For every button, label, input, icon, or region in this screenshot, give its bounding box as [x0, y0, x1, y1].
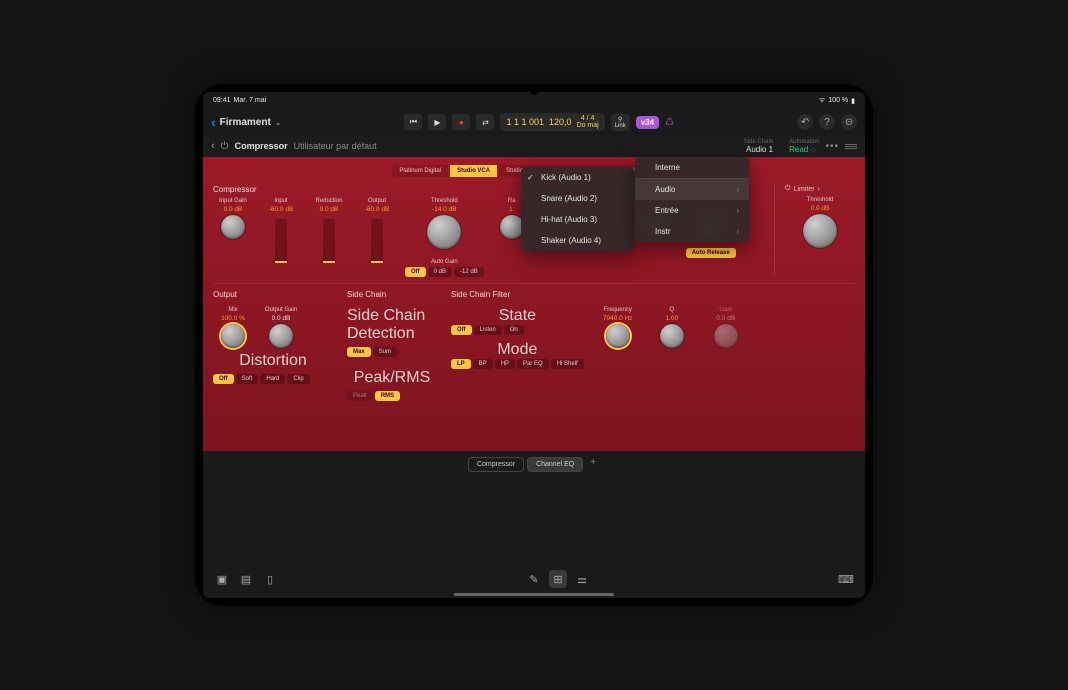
pr-rms[interactable]: RMS: [375, 391, 400, 401]
back-button[interactable]: ‹: [211, 114, 216, 130]
dist-soft[interactable]: Soft: [236, 374, 259, 384]
automation-selector[interactable]: Automation Read ◇: [789, 139, 819, 154]
transport-bar: ‹ Firmament ⌄ ⏮ ▶ ● ⇄ 1 1 1 001 120,0 4 …: [203, 109, 865, 135]
plugin-name: Compressor: [235, 141, 288, 151]
sidechain-track-menu: ✓Kick (Audio 1) Snare (Audio 2) Hi-hat (…: [521, 167, 635, 251]
input-meter: [275, 219, 287, 263]
plugin-body: Platinum Digital Studio VCA Studio FET C…: [203, 157, 865, 451]
lcd-key: Do maj: [577, 122, 599, 129]
undo-icon[interactable]: ↶: [797, 114, 813, 130]
input-gain-knob[interactable]: [221, 215, 245, 239]
settings-icon[interactable]: ⊝: [841, 114, 857, 130]
go-to-start-button[interactable]: ⏮: [404, 114, 422, 130]
limiter-threshold-knob[interactable]: [803, 214, 837, 248]
cat-menu-audio[interactable]: Audio›: [635, 179, 749, 200]
section-output-title: Output: [213, 290, 333, 299]
view-tracks-icon[interactable]: ▤: [237, 570, 255, 588]
sliders-icon[interactable]: ⚌: [573, 570, 591, 588]
output-meter: [371, 219, 383, 263]
view-library-icon[interactable]: ▯: [261, 570, 279, 588]
pr-peak[interactable]: Peak: [347, 391, 373, 401]
view-mixer-icon[interactable]: ▣: [213, 570, 231, 588]
sidechain-category-menu: Interne Audio› Entrée› Instr›: [635, 157, 749, 242]
output-gain-knob[interactable]: [269, 324, 293, 348]
plugin-view-icon[interactable]: ⊞: [549, 570, 567, 588]
screen: 09:41 Mar. 7 mai ᯤ 100 % ▮ ‹ Firmament ⌄…: [203, 92, 865, 598]
dist-hard[interactable]: Hard: [260, 374, 285, 384]
autogain-0db[interactable]: 0 dB: [428, 267, 452, 277]
scf-lp[interactable]: LP: [451, 359, 471, 369]
notch-dots: ···: [529, 95, 539, 102]
sc-menu-snare[interactable]: Snare (Audio 2): [521, 188, 635, 209]
scf-gain-knob[interactable]: [714, 324, 738, 348]
det-sum[interactable]: Sum: [373, 347, 397, 357]
plugin-tab-add[interactable]: +: [586, 457, 600, 472]
mix-knob[interactable]: [221, 324, 245, 348]
status-date: Mar. 7 mai: [234, 97, 267, 104]
reduction-meter: [323, 219, 335, 263]
lcd-tempo: 120,0: [549, 117, 572, 127]
version-badge[interactable]: v34: [636, 116, 659, 129]
model-tab-platinum[interactable]: Platinum Digital: [392, 165, 448, 177]
battery-pct: 100 %: [828, 97, 848, 104]
project-name[interactable]: Firmament: [220, 117, 271, 128]
plugin-back-button[interactable]: ‹: [211, 140, 215, 152]
home-indicator[interactable]: [454, 593, 614, 596]
bottom-bar: ▣ ▤ ▯ ✎ ⊞ ⚌ ⌨: [203, 566, 865, 592]
scf-on[interactable]: On: [504, 325, 524, 335]
plugin-tab-eq[interactable]: Channel EQ: [527, 457, 583, 472]
section-sidechain-title: Side Chain: [347, 290, 437, 299]
plugin-preset[interactable]: Utilisateur par défaut: [294, 141, 377, 151]
scf-hp[interactable]: HP: [495, 359, 515, 369]
battery-icon: ▮: [851, 97, 855, 105]
autogain-12db[interactable]: -12 dB: [454, 267, 484, 277]
link-button[interactable]: ⚲ Link: [611, 114, 630, 131]
cat-menu-interne[interactable]: Interne: [635, 157, 749, 178]
dist-off[interactable]: Off: [213, 374, 234, 384]
tuning-icon[interactable]: ♺: [665, 117, 674, 128]
sc-menu-shaker[interactable]: Shaker (Audio 4): [521, 230, 635, 251]
plugin-power-button[interactable]: ⏻: [221, 141, 229, 152]
help-icon[interactable]: ?: [819, 114, 835, 130]
ipad-frame: ··· 09:41 Mar. 7 mai ᯤ 100 % ▮ ‹ Firmame…: [195, 84, 873, 606]
scf-off[interactable]: Off: [451, 325, 472, 335]
section-scfilter-title: Side Chain Filter: [451, 290, 855, 299]
record-button[interactable]: ●: [452, 114, 470, 130]
threshold-knob[interactable]: [427, 215, 461, 249]
autogain-off[interactable]: Off: [405, 267, 426, 277]
lcd-sig: 4 / 4: [577, 115, 599, 122]
cycle-button[interactable]: ⇄: [476, 114, 494, 130]
dist-clip[interactable]: Clip: [287, 374, 309, 384]
scf-bp[interactable]: BP: [473, 359, 493, 369]
status-time: 09:41: [213, 97, 231, 104]
plugin-tabs: Compressor Channel EQ +: [203, 451, 865, 478]
cat-menu-instr[interactable]: Instr›: [635, 221, 749, 242]
scf-listen[interactable]: Listen: [474, 325, 502, 335]
plugin-tab-compressor[interactable]: Compressor: [468, 457, 524, 472]
wifi-icon: ᯤ: [819, 96, 825, 105]
project-menu-chevron[interactable]: ⌄: [275, 118, 282, 127]
plugin-header: ‹ ⏻ Compressor Utilisateur par défaut Si…: [203, 135, 865, 157]
scf-freq-knob[interactable]: [606, 324, 630, 348]
cat-menu-entree[interactable]: Entrée›: [635, 200, 749, 221]
more-menu-icon[interactable]: •••: [825, 141, 839, 152]
scf-hishelf[interactable]: Hi Shelf: [551, 359, 584, 369]
keyboard-icon[interactable]: ⌨: [837, 570, 855, 588]
scf-pareq[interactable]: Par EQ: [517, 359, 549, 369]
sc-menu-hihat[interactable]: Hi-hat (Audio 3): [521, 209, 635, 230]
pencil-icon[interactable]: ✎: [525, 570, 543, 588]
view-mode-icon[interactable]: [845, 144, 857, 149]
det-max[interactable]: Max: [347, 347, 371, 357]
model-tab-studio-vca[interactable]: Studio VCA: [450, 165, 497, 177]
play-button[interactable]: ▶: [428, 114, 446, 130]
auto-release-button[interactable]: Auto Release: [686, 248, 736, 258]
lcd-display[interactable]: 1 1 1 001 120,0 4 / 4 Do maj: [500, 113, 604, 131]
camera-notch: [530, 87, 538, 95]
scf-q-knob[interactable]: [660, 324, 684, 348]
limiter-link[interactable]: ⏻ Limiter ›: [785, 185, 855, 193]
sidechain-selector[interactable]: Side Chain Audio 1: [744, 139, 773, 154]
lcd-bars: 1 1 1 001: [506, 117, 544, 127]
sc-menu-kick[interactable]: ✓Kick (Audio 1): [521, 167, 635, 188]
